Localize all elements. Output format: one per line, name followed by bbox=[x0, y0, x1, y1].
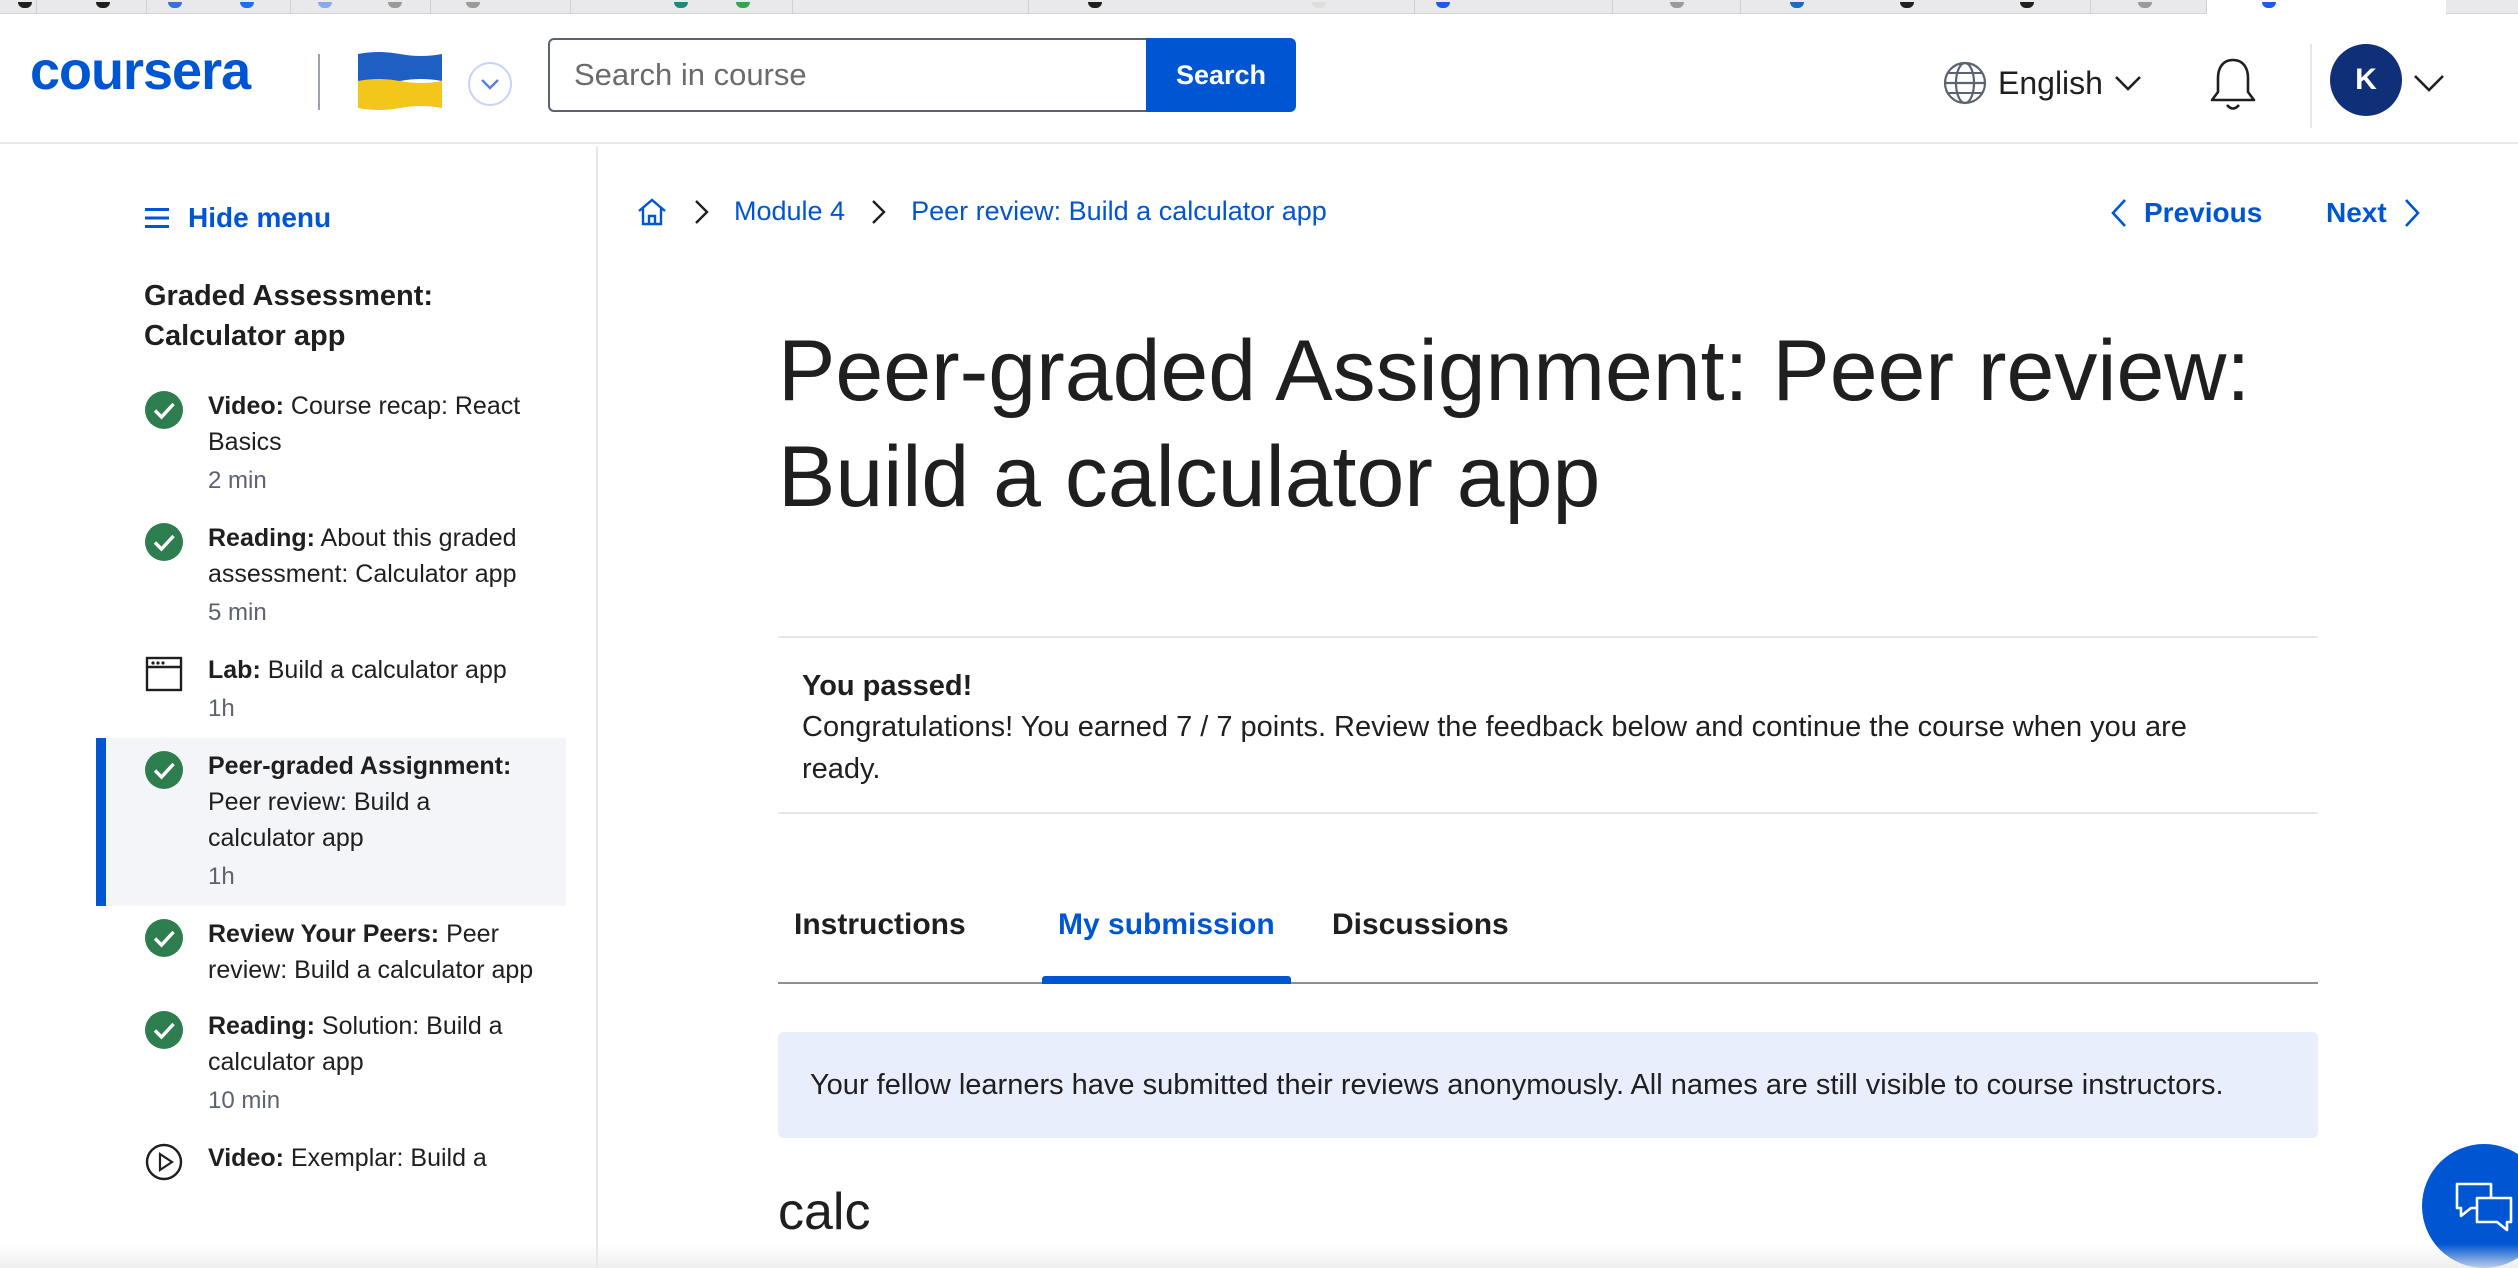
sidebar-item-course-recap[interactable]: Video: Course recap: React Basics 2 min bbox=[96, 378, 566, 510]
search-input[interactable] bbox=[548, 38, 1148, 112]
chevron-right-icon bbox=[2404, 199, 2420, 227]
tab-favicon-icon bbox=[96, 2, 110, 8]
sidebar-item-duration: 1h bbox=[208, 695, 235, 722]
tab-instructions[interactable]: Instructions bbox=[778, 902, 982, 982]
chevron-down-icon[interactable] bbox=[2412, 68, 2446, 98]
tab-favicon-icon bbox=[388, 2, 402, 8]
top-header: coursera Search English K bbox=[0, 14, 2518, 144]
language-selector[interactable]: English bbox=[1942, 58, 2143, 108]
chevron-right-icon bbox=[695, 199, 709, 224]
ukraine-flag-icon bbox=[358, 52, 442, 110]
content-tabs: Instructions My submission Discussions bbox=[778, 892, 2318, 984]
hide-menu-label: Hide menu bbox=[188, 202, 332, 233]
chevron-down-icon bbox=[481, 79, 499, 90]
course-sidebar: Hide menu Graded Assessment: Calculator … bbox=[0, 146, 598, 1268]
tab-favicon-icon bbox=[2020, 2, 2034, 8]
sidebar-item-label: Video: Exemplar: Build a bbox=[208, 1144, 487, 1172]
chevron-down-icon bbox=[2115, 76, 2141, 91]
sidebar-item-label: Video: Course recap: React Basics bbox=[208, 392, 521, 456]
breadcrumb: Module 4 Peer review: Build a calculator… bbox=[636, 196, 1327, 227]
next-label: Next bbox=[2326, 197, 2387, 228]
chat-support-button[interactable] bbox=[2422, 1144, 2518, 1268]
search-button[interactable]: Search bbox=[1146, 38, 1296, 112]
header-divider bbox=[2310, 44, 2312, 128]
sidebar-item-about-assessment[interactable]: Reading: About this graded assessment: C… bbox=[96, 510, 566, 642]
chat-bubbles-icon bbox=[2455, 1182, 2513, 1232]
tab-favicon-icon bbox=[1900, 2, 1914, 8]
next-button[interactable]: Next bbox=[2326, 196, 2423, 230]
coursera-logo[interactable]: coursera bbox=[30, 44, 251, 98]
sidebar-item-lab[interactable]: Lab: Build a calculator app 1h bbox=[96, 642, 566, 738]
sidebar-item-duration: 2 min bbox=[208, 467, 267, 494]
hamburger-menu-icon bbox=[145, 208, 169, 228]
check-circle-icon bbox=[145, 751, 183, 789]
tab-favicon-icon bbox=[1312, 2, 1326, 8]
page-title: Peer-graded Assignment: Peer review: Bui… bbox=[778, 323, 2251, 525]
sidebar-section-title: Graded Assessment: Calculator app bbox=[144, 280, 434, 352]
sidebar-item-solution[interactable]: Reading: Solution: Build a calculator ap… bbox=[96, 998, 566, 1130]
language-label: English bbox=[1998, 64, 2103, 101]
sidebar-item-duration: 10 min bbox=[208, 1087, 281, 1114]
browser-tab[interactable] bbox=[430, 0, 500, 14]
sidebar-item-duration: 1h bbox=[208, 863, 235, 890]
tab-favicon-icon bbox=[240, 2, 254, 8]
check-circle-icon bbox=[145, 1011, 183, 1049]
sidebar-item-review-peers[interactable]: Review Your Peers: Peer review: Build a … bbox=[96, 906, 566, 998]
notification-bell-icon[interactable] bbox=[2208, 56, 2258, 114]
anonymous-review-notice: Your fellow learners have submitted thei… bbox=[778, 1032, 2318, 1138]
sidebar-item-duration: 5 min bbox=[208, 599, 267, 626]
flag-dropdown-toggle[interactable] bbox=[468, 62, 512, 106]
sidebar-item-label: Lab: Build a calculator app bbox=[208, 656, 507, 684]
check-circle-icon bbox=[145, 919, 183, 957]
previous-button[interactable]: Previous bbox=[2108, 196, 2262, 230]
submission-title: calc bbox=[778, 1183, 871, 1241]
breadcrumb-module-link[interactable]: Module 4 bbox=[734, 196, 845, 227]
sidebar-item-label: Review Your Peers: Peer review: Build a … bbox=[208, 920, 534, 984]
previous-label: Previous bbox=[2144, 197, 2263, 228]
avatar[interactable]: K bbox=[2330, 44, 2402, 116]
tab-favicon-icon bbox=[674, 2, 688, 8]
browser-tab[interactable] bbox=[1414, 0, 1534, 14]
globe-icon bbox=[1943, 61, 1987, 105]
check-circle-icon bbox=[145, 391, 183, 429]
tab-my-submission[interactable]: My submission bbox=[1042, 902, 1291, 984]
result-text: Congratulations! You earned 7 / 7 points… bbox=[802, 711, 2187, 785]
sidebar-item-label: Peer-graded Assignment: Peer review: Bui… bbox=[208, 752, 512, 852]
logo-divider bbox=[318, 54, 320, 110]
lab-window-icon bbox=[145, 656, 183, 692]
sidebar-item-label: Reading: About this graded assessment: C… bbox=[208, 524, 517, 588]
sidebar-item-label: Reading: Solution: Build a calculator ap… bbox=[208, 1012, 503, 1076]
tab-favicon-icon bbox=[18, 2, 32, 8]
home-icon[interactable] bbox=[636, 197, 668, 227]
notice-text: Your fellow learners have submitted thei… bbox=[810, 1068, 2224, 1101]
tab-favicon-icon bbox=[736, 2, 750, 8]
chevron-left-icon bbox=[2111, 199, 2126, 227]
play-circle-icon bbox=[145, 1143, 183, 1181]
chevron-right-icon bbox=[872, 199, 886, 224]
browser-tab-active[interactable] bbox=[2206, 0, 2446, 14]
browser-tab[interactable] bbox=[570, 0, 640, 14]
sidebar-item-list: Video: Course recap: React Basics 2 min … bbox=[96, 378, 566, 1186]
hide-menu-button[interactable]: Hide menu bbox=[144, 202, 331, 234]
sidebar-item-peer-graded-assignment[interactable]: Peer-graded Assignment: Peer review: Bui… bbox=[96, 738, 566, 906]
browser-tab[interactable] bbox=[792, 0, 912, 14]
tab-discussions[interactable]: Discussions bbox=[1316, 902, 1525, 982]
breadcrumb-current-link[interactable]: Peer review: Build a calculator app bbox=[911, 196, 1327, 227]
check-circle-icon bbox=[145, 523, 183, 561]
result-heading: You passed! bbox=[802, 670, 973, 702]
sidebar-item-exemplar[interactable]: Video: Exemplar: Build a bbox=[96, 1130, 566, 1186]
result-banner: You passed! Congratulations! You earned … bbox=[778, 636, 2318, 814]
browser-tab-strip bbox=[0, 0, 2518, 14]
